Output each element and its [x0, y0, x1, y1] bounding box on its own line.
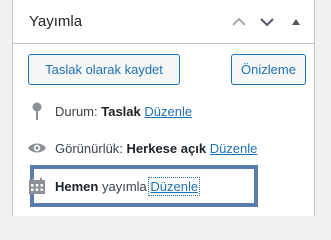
move-down-button[interactable] [255, 10, 279, 34]
chevron-down-icon [260, 18, 274, 27]
panel-title: Yayımla [29, 13, 83, 30]
visibility-row: Görünürlük: Herkese açık Düzenle [27, 138, 257, 158]
schedule-row: Hemen yayımla Düzenle [27, 176, 201, 196]
visibility-label: Görünürlük: [55, 140, 123, 156]
triangle-up-icon [292, 19, 300, 25]
status-label: Durum: [55, 103, 98, 119]
edit-visibility-link[interactable]: Düzenle [210, 141, 258, 156]
save-draft-button[interactable]: Taslak olarak kaydet [28, 54, 180, 85]
calendar-icon [27, 176, 47, 196]
preview-button[interactable]: Önizleme [231, 54, 306, 85]
schedule-label: yayımla [101, 178, 147, 194]
toggle-panel-button[interactable] [284, 10, 308, 34]
panel-header: Yayımla [13, 0, 314, 44]
chevron-up-icon [232, 17, 246, 26]
edit-schedule-link[interactable]: Düzenle [148, 176, 201, 196]
move-up-button[interactable] [227, 10, 251, 34]
status-value: Taslak [101, 103, 141, 119]
publish-panel: Yayımla Taslak olarak kaydet Önizleme Du… [12, 0, 315, 216]
pin-icon [27, 101, 47, 121]
visibility-value: Herkese açık [126, 140, 207, 156]
schedule-value: Hemen [55, 178, 99, 194]
status-row: Durum: Taslak Düzenle [27, 101, 192, 121]
edit-status-link[interactable]: Düzenle [144, 104, 192, 119]
eye-icon [27, 138, 47, 158]
